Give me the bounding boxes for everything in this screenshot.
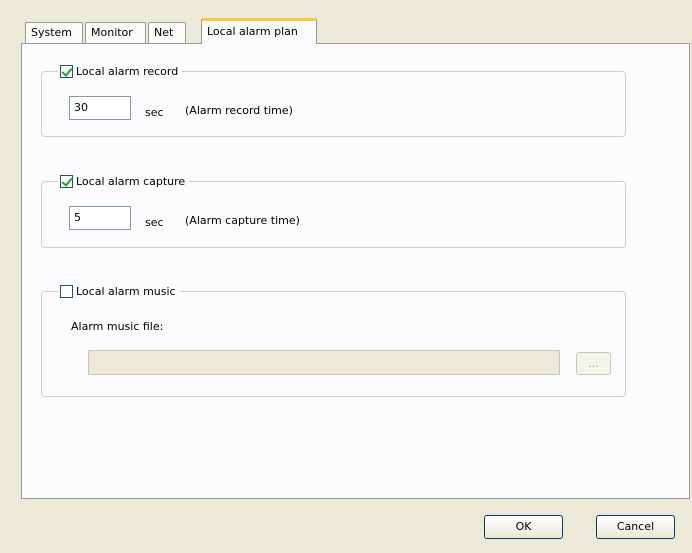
record-group: Local alarm record 30 sec (Alarm record … [41,62,626,137]
tab-net[interactable]: Net [148,22,186,43]
tab-monitor[interactable]: Monitor [85,22,146,43]
local-alarm-capture-checkbox[interactable] [60,174,73,188]
capture-hint-label: (Alarm capture time) [185,214,300,227]
browse-button[interactable]: ... [576,352,611,375]
capture-legend: Local alarm capture [58,172,190,190]
tab-label: Monitor [91,26,133,39]
cancel-button[interactable]: Cancel [596,515,675,539]
tab-page-local-alarm-plan: Local alarm record 30 sec (Alarm record … [21,43,690,499]
capture-group: Local alarm capture 5 sec (Alarm capture… [41,172,626,248]
local-alarm-record-label[interactable]: Local alarm record [76,65,178,78]
local-alarm-record-checkbox[interactable] [60,64,73,78]
record-legend: Local alarm record [58,62,183,80]
tab-label: Local alarm plan [207,25,298,38]
local-alarm-music-checkbox[interactable] [60,284,73,298]
tab-label: System [31,26,73,39]
tab-local-alarm-plan[interactable]: Local alarm plan [201,18,317,44]
alarm-music-file-input[interactable] [88,350,560,375]
local-alarm-capture-label[interactable]: Local alarm capture [76,175,185,188]
music-group: Local alarm music Alarm music file: ... [41,282,626,397]
alarm-capture-time-input[interactable]: 5 [69,206,131,230]
record-hint-label: (Alarm record time) [185,104,293,117]
local-alarm-music-label[interactable]: Local alarm music [76,285,176,298]
record-unit-label: sec [145,106,164,119]
capture-unit-label: sec [145,216,164,229]
music-legend: Local alarm music [58,282,180,300]
alarm-record-time-input[interactable]: 30 [69,96,131,120]
tab-label: Net [154,26,174,39]
alarm-music-file-label: Alarm music file: [71,320,164,333]
tab-system[interactable]: System [25,22,83,43]
ok-button[interactable]: OK [484,515,563,539]
